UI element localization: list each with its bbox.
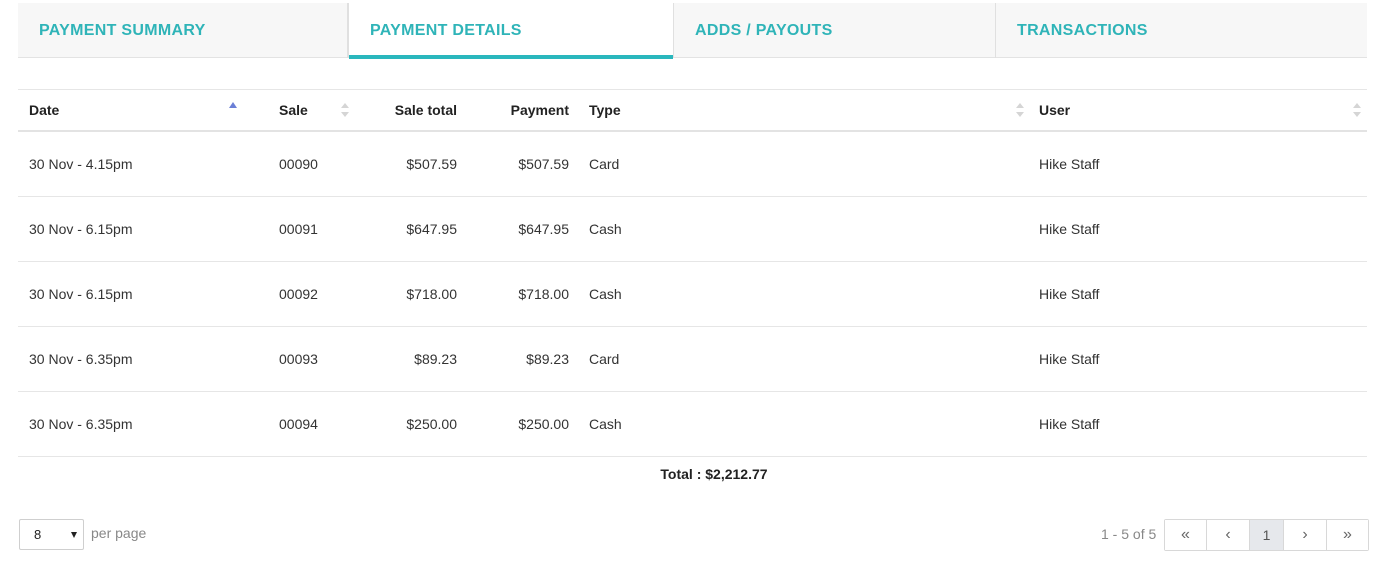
sort-up-icon xyxy=(1353,103,1361,108)
cell-payment: $718.00 xyxy=(518,286,569,302)
column-header-payment-label: Payment xyxy=(510,102,569,118)
cell-sale-total: $89.23 xyxy=(414,351,457,367)
first-page-button[interactable]: « xyxy=(1165,520,1207,550)
cell-sale-total: $718.00 xyxy=(406,286,457,302)
tab-payment-details[interactable]: PAYMENT DETAILS xyxy=(348,3,674,59)
cell-type: Card xyxy=(589,351,620,367)
page-1-button[interactable]: 1 xyxy=(1250,520,1284,550)
tab-transactions[interactable]: TRANSACTIONS xyxy=(996,3,1367,58)
cell-date: 30 Nov - 4.15pm xyxy=(29,156,133,172)
cell-date: 30 Nov - 6.15pm xyxy=(29,286,133,302)
next-page-button[interactable]: › xyxy=(1284,520,1327,550)
column-header-type-label: Type xyxy=(589,102,621,118)
chevron-down-icon xyxy=(71,532,77,538)
cell-type: Card xyxy=(589,156,620,172)
column-header-user-label: User xyxy=(1039,102,1071,118)
sort-up-icon xyxy=(1016,103,1024,108)
pagination: « ‹ 1 › » xyxy=(1164,519,1369,551)
sort-down-icon xyxy=(1016,112,1024,117)
last-page-button[interactable]: » xyxy=(1327,520,1368,550)
cell-user: Hike Staff xyxy=(1039,416,1100,432)
table-row[interactable]: 30 Nov - 6.35pm 00093 $89.23 $89.23 Card… xyxy=(18,327,1367,392)
table-row[interactable]: 30 Nov - 6.15pm 00091 $647.95 $647.95 Ca… xyxy=(18,197,1367,262)
payments-total: Total : $2,212.77 xyxy=(660,466,768,482)
column-header-user[interactable]: User xyxy=(1039,90,1070,130)
cell-type: Cash xyxy=(589,221,622,237)
column-header-date-label: Date xyxy=(29,102,60,118)
sort-ascending-icon[interactable] xyxy=(229,102,237,108)
cell-payment: $250.00 xyxy=(518,416,569,432)
cell-user: Hike Staff xyxy=(1039,156,1100,172)
cell-user: Hike Staff xyxy=(1039,221,1100,237)
cell-date: 30 Nov - 6.35pm xyxy=(29,351,133,367)
column-header-sale[interactable]: Sale xyxy=(279,90,308,130)
cell-date: 30 Nov - 6.15pm xyxy=(29,221,133,237)
column-header-sale-total-label: Sale total xyxy=(394,102,457,118)
cell-type: Cash xyxy=(589,286,622,302)
cell-payment: $89.23 xyxy=(526,351,569,367)
per-page-value: 8 xyxy=(34,527,42,542)
column-header-sale-total: Sale total xyxy=(348,90,457,130)
cell-sale-total: $507.59 xyxy=(406,156,457,172)
previous-page-button[interactable]: ‹ xyxy=(1207,520,1250,550)
cell-sale-total: $250.00 xyxy=(406,416,457,432)
cell-payment: $507.59 xyxy=(518,156,569,172)
cell-user: Hike Staff xyxy=(1039,351,1100,367)
per-page-label: per page xyxy=(91,525,147,541)
cell-payment: $647.95 xyxy=(518,221,569,237)
cell-date: 30 Nov - 6.35pm xyxy=(29,416,133,432)
cell-sale: 00091 xyxy=(279,221,318,237)
cell-sale: 00093 xyxy=(279,351,318,367)
column-header-date[interactable]: Date xyxy=(29,90,59,130)
cell-user: Hike Staff xyxy=(1039,286,1100,302)
tab-adds-payouts[interactable]: ADDS / PAYOUTS xyxy=(674,3,996,58)
sort-icon[interactable] xyxy=(1353,103,1361,117)
table-row[interactable]: 30 Nov - 4.15pm 00090 $507.59 $507.59 Ca… xyxy=(18,132,1367,197)
report-tabs: PAYMENT SUMMARY PAYMENT DETAILS ADDS / P… xyxy=(18,3,1367,59)
tab-payment-summary[interactable]: PAYMENT SUMMARY xyxy=(18,3,348,58)
column-header-type[interactable]: Type xyxy=(589,90,621,130)
cell-type: Cash xyxy=(589,416,622,432)
sort-icon[interactable] xyxy=(1016,103,1024,117)
table-row[interactable]: 30 Nov - 6.35pm 00094 $250.00 $250.00 Ca… xyxy=(18,392,1367,457)
column-header-payment: Payment xyxy=(460,90,569,130)
table-row[interactable]: 30 Nov - 6.15pm 00092 $718.00 $718.00 Ca… xyxy=(18,262,1367,327)
table-header: Date Sale Sale total Payment Type User xyxy=(18,90,1367,132)
payment-details-table: Date Sale Sale total Payment Type User 3… xyxy=(18,89,1367,457)
per-page-select[interactable]: 8 xyxy=(19,519,84,550)
column-header-sale-label: Sale xyxy=(279,102,308,118)
pagination-range: 1 - 5 of 5 xyxy=(1101,526,1157,542)
cell-sale: 00090 xyxy=(279,156,318,172)
cell-sale: 00094 xyxy=(279,416,318,432)
cell-sale-total: $647.95 xyxy=(406,221,457,237)
cell-sale: 00092 xyxy=(279,286,318,302)
sort-down-icon xyxy=(1353,112,1361,117)
